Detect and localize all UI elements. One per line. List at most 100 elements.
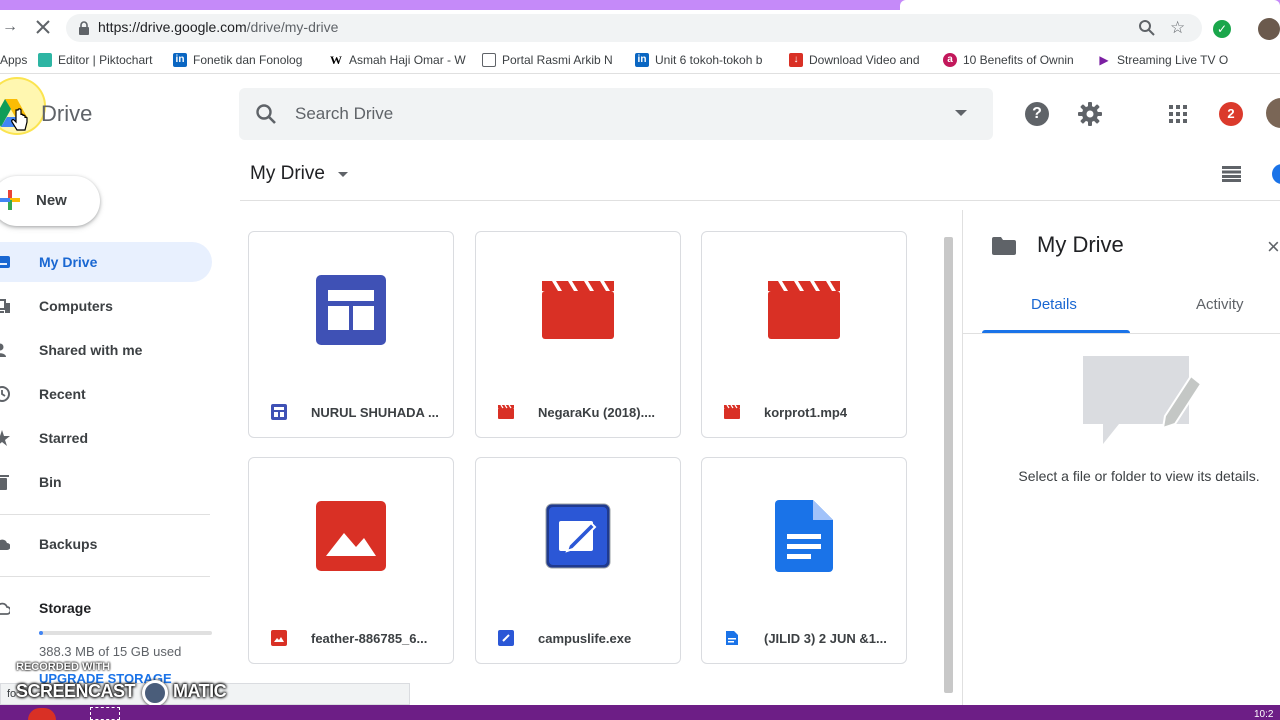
watermark-matic: MATIC	[173, 681, 227, 701]
bookmark-apps[interactable]: Apps	[0, 52, 27, 68]
piktochart-icon	[38, 53, 52, 67]
help-icon[interactable]: ?	[1025, 102, 1049, 126]
bookmark-streaming[interactable]: ▶ Streaming Live TV O	[1097, 52, 1228, 68]
active-browser-tab[interactable]	[900, 0, 1280, 10]
nav-label: Recent	[39, 386, 86, 402]
close-icon[interactable]: ×	[1267, 234, 1280, 260]
bookmark-benefits[interactable]: a 10 Benefits of Ownin	[943, 52, 1074, 68]
bin-icon	[0, 475, 9, 490]
close-loading-icon[interactable]	[34, 18, 52, 36]
taskbar-app-icon[interactable]	[90, 707, 120, 720]
forward-arrow-icon[interactable]: →	[2, 18, 20, 36]
file-name: (JILID 3) 2 JUN &1...	[764, 631, 887, 646]
lock-icon	[79, 21, 89, 35]
nav-label: Storage	[39, 600, 92, 616]
file-name: NegaraKu (2018)....	[538, 405, 656, 420]
bookmark-fonetik[interactable]: in Fonetik dan Fonolog	[173, 52, 302, 68]
download-icon: ↓	[789, 53, 803, 67]
browser-profile-avatar[interactable]	[1258, 18, 1280, 40]
search-input[interactable]	[295, 100, 915, 128]
nav-divider	[0, 514, 210, 515]
file-card[interactable]: (JILID 3) 2 JUN &1...	[701, 457, 907, 664]
document-icon	[726, 631, 738, 645]
cloud-icon	[0, 602, 10, 615]
file-footer: korprot1.mp4	[702, 392, 906, 438]
image-icon	[316, 501, 386, 571]
file-thumbnail	[702, 458, 906, 614]
bookmark-star-icon[interactable]: ☆	[1170, 18, 1185, 38]
executable-icon	[498, 630, 514, 646]
storage-usage-fill	[39, 631, 44, 635]
page-icon	[482, 53, 496, 67]
linkedin-icon: in	[173, 53, 187, 67]
tab-details[interactable]: Details	[1031, 296, 1077, 313]
file-card[interactable]: NegaraKu (2018)....	[475, 231, 681, 438]
storage-usage-bar	[39, 631, 212, 635]
file-thumbnail	[249, 232, 453, 388]
breadcrumb-my-drive[interactable]: My Drive	[250, 163, 325, 185]
zoom-icon[interactable]	[1138, 19, 1156, 37]
computers-icon	[0, 299, 10, 313]
nav-computers[interactable]: Computers	[0, 286, 212, 326]
bookmarks-bar: Apps Editor | Piktochart in Fonetik dan F…	[0, 46, 1280, 74]
file-card[interactable]: feather-886785_6...	[248, 457, 454, 664]
search-bar[interactable]	[239, 88, 993, 140]
os-taskbar	[0, 705, 1280, 720]
nav-storage[interactable]: Storage	[0, 588, 212, 628]
executable-icon	[545, 503, 611, 569]
tab-activity[interactable]: Activity	[1196, 296, 1244, 313]
nav-bin[interactable]: Bin	[0, 462, 212, 502]
google-apps-icon[interactable]	[1169, 105, 1187, 123]
file-grid-scrollbar[interactable]	[944, 237, 953, 693]
bookmark-piktochart[interactable]: Editor | Piktochart	[38, 52, 153, 68]
bookmark-asmah[interactable]: W Asmah Haji Omar - W	[329, 52, 466, 68]
nav-label: Computers	[39, 298, 113, 314]
file-thumbnail	[476, 458, 680, 614]
play-icon: ▶	[1097, 53, 1111, 67]
address-bar[interactable]: https://drive.google.com/drive/my-drive …	[66, 14, 1202, 42]
nav-label: Shared with me	[39, 342, 143, 358]
nav-shared-with-me[interactable]: Shared with me	[0, 330, 212, 370]
storage-usage-text: 388.3 MB of 15 GB used	[39, 644, 182, 659]
bookmark-unit6[interactable]: in Unit 6 tokoh-tokoh b	[635, 52, 762, 68]
breadcrumb-dropdown-icon[interactable]	[338, 172, 348, 177]
nav-recent[interactable]: Recent	[0, 374, 212, 414]
shared-icon	[0, 343, 6, 357]
image-icon	[271, 630, 287, 646]
search-icon[interactable]	[255, 103, 277, 125]
notification-badge[interactable]: 2	[1219, 102, 1243, 126]
file-thumbnail	[249, 458, 453, 614]
cloud-icon	[0, 539, 10, 550]
left-navigation: New My Drive Computers Shared with me Re…	[0, 154, 230, 720]
file-card[interactable]: NURUL SHUHADA ...	[248, 231, 454, 438]
search-options-dropdown-icon[interactable]	[955, 110, 967, 116]
gear-icon[interactable]	[1077, 101, 1103, 127]
new-button[interactable]: New	[0, 176, 100, 226]
nav-my-drive[interactable]: My Drive	[0, 242, 212, 282]
form-icon	[316, 275, 386, 345]
details-panel: My Drive × Details Activity Select a fil…	[962, 210, 1280, 720]
file-card[interactable]: campuslife.exe	[475, 457, 681, 664]
screencast-logo-icon	[142, 680, 168, 706]
bookmark-download-video[interactable]: ↓ Download Video and	[789, 52, 920, 68]
linkedin-icon: in	[635, 53, 649, 67]
extension-check-icon[interactable]: ✓	[1213, 20, 1231, 38]
nav-backups[interactable]: Backups	[0, 524, 212, 564]
file-card[interactable]: korprot1.mp4	[701, 231, 907, 438]
nav-label: Backups	[39, 536, 98, 552]
account-avatar[interactable]	[1266, 98, 1280, 128]
bookmark-arkib[interactable]: Portal Rasmi Arkib N	[482, 52, 613, 68]
list-view-icon[interactable]	[1222, 166, 1241, 182]
file-footer: campuslife.exe	[476, 618, 680, 664]
details-title: My Drive	[1037, 232, 1124, 257]
file-name: campuslife.exe	[538, 631, 632, 646]
video-icon	[498, 404, 514, 419]
details-empty-message: Select a file or folder to view its deta…	[1018, 468, 1260, 484]
plus-icon	[0, 190, 20, 210]
app-title[interactable]: Drive	[41, 101, 92, 127]
taskbar-clock: 10:2	[1254, 709, 1274, 720]
file-name: korprot1.mp4	[764, 405, 848, 420]
details-info-toggle[interactable]	[1272, 164, 1280, 184]
nav-starred[interactable]: Starred	[0, 418, 212, 458]
watermark-recorded-with: RECORDED WITH	[16, 661, 111, 673]
